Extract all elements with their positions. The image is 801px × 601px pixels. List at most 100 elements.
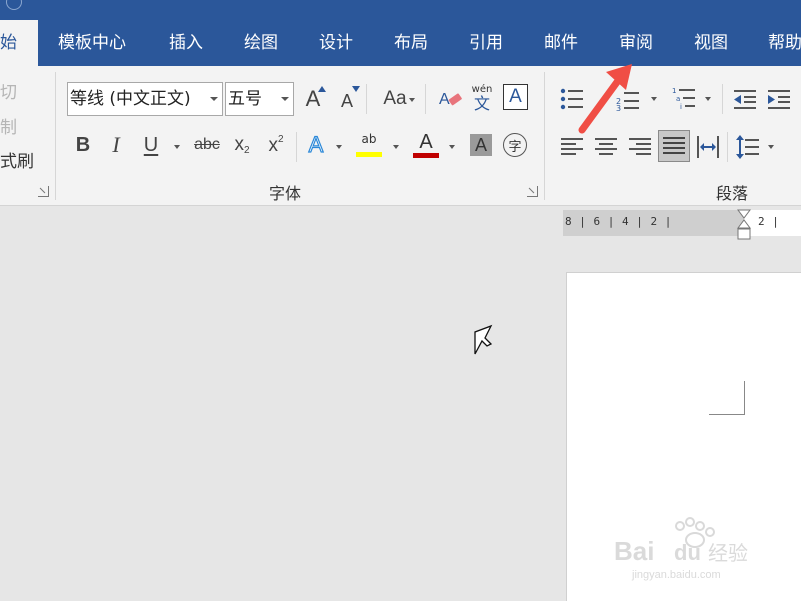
shrink-font-label: A [340, 90, 353, 111]
grow-font-button[interactable]: A [300, 83, 326, 115]
indent-markers-icon[interactable] [736, 208, 752, 244]
decrease-indent-button[interactable] [731, 84, 759, 114]
subscript-label: x2 [234, 134, 250, 156]
change-case-label: Aa [383, 88, 407, 109]
tab-help[interactable]: 帮助 [768, 20, 801, 66]
phonetic-guide-pinyin: wén [471, 83, 493, 95]
enclose-characters-button[interactable]: 字 [503, 133, 527, 157]
font-size-value: 五号 [228, 89, 262, 109]
group-separator [727, 132, 728, 162]
eraser-icon: A [439, 91, 462, 108]
annotation-arrow-icon [578, 64, 632, 134]
font-group-launcher-icon[interactable] [527, 186, 538, 197]
svg-text:du: du [674, 540, 701, 565]
svg-text:Bai: Bai [614, 536, 654, 566]
svg-text:经验: 经验 [708, 541, 748, 565]
strikethrough-button[interactable]: abc [191, 130, 223, 160]
tab-template-center[interactable]: 模板中心 [58, 20, 126, 66]
font-size-combo[interactable]: 五号 [225, 82, 294, 116]
line-spacing-dropdown-icon[interactable] [768, 145, 774, 149]
line-spacing-button[interactable] [734, 132, 762, 162]
tab-view[interactable]: 视图 [694, 20, 728, 66]
numbering-dropdown-icon[interactable] [651, 97, 657, 101]
caret-down-icon [352, 86, 360, 92]
character-border-label: A [509, 86, 522, 107]
distributed-button[interactable] [694, 132, 722, 162]
text-effects-label: A [308, 131, 324, 157]
phonetic-guide-button[interactable]: wén 文 [468, 80, 496, 116]
text-effects-dropdown-icon[interactable] [336, 145, 342, 149]
svg-text:A: A [439, 91, 450, 108]
character-border-button[interactable]: A [503, 84, 528, 110]
underline-label: U [143, 133, 159, 156]
line-spacing-icon [736, 135, 759, 159]
watermark-logo-icon: Bai du 经验 jingyan.baidu.com [614, 517, 748, 581]
autosave-icon[interactable] [6, 0, 22, 10]
decrease-indent-icon [734, 90, 756, 109]
text-highlight-dropdown-icon[interactable] [393, 145, 399, 149]
superscript-mark: 2 [277, 133, 284, 145]
subscript-mark: 2 [243, 145, 250, 156]
italic-label: I [112, 132, 120, 157]
shrink-font-button[interactable]: A [334, 83, 360, 115]
tab-references[interactable]: 引用 [469, 20, 503, 66]
ribbon-tab-bar: 始 模板中心 插入 绘图 设计 布局 引用 邮件 审阅 视图 帮助 [0, 20, 801, 66]
tab-insert[interactable]: 插入 [169, 20, 203, 66]
cut-button[interactable]: 切 [0, 78, 17, 103]
justify-button[interactable] [658, 130, 690, 162]
font-color-button[interactable]: A [412, 128, 440, 160]
increase-indent-button[interactable] [765, 84, 793, 114]
italic-button[interactable]: I [104, 130, 128, 160]
chevron-down-icon[interactable] [210, 97, 218, 101]
bold-label: B [75, 133, 91, 156]
bold-button[interactable]: B [70, 130, 96, 160]
justify-icon [663, 137, 685, 154]
tab-draw[interactable]: 绘图 [244, 20, 278, 66]
tab-home[interactable]: 始 [0, 20, 38, 66]
group-separator [296, 132, 297, 162]
font-color-label: A [419, 130, 433, 153]
character-shading-button[interactable]: A [470, 134, 492, 156]
format-painter-button[interactable]: 式刷 [0, 147, 34, 172]
superscript-label: x2 [268, 133, 284, 156]
svg-text:1: 1 [672, 87, 676, 95]
subscript-button[interactable]: x2 [229, 130, 255, 160]
ruler-left-ticks: 8 | 6 | 4 | 2 | [565, 215, 672, 228]
chevron-down-icon[interactable] [281, 97, 289, 101]
text-effects-button[interactable]: A [303, 130, 329, 160]
horizontal-ruler[interactable]: 8 | 6 | 4 | 2 | 2 | [563, 209, 801, 240]
mouse-pointer-icon [474, 324, 493, 355]
strikethrough-label: abc [194, 136, 220, 153]
text-highlight-button[interactable]: ab [354, 128, 384, 160]
caret-up-icon [318, 86, 326, 92]
underline-button[interactable]: U [138, 130, 164, 160]
clear-formatting-button[interactable]: A [436, 83, 464, 115]
font-color-swatch [413, 152, 439, 158]
group-separator [425, 84, 426, 114]
ruler-text-area: 2 | [744, 210, 801, 236]
change-case-button[interactable]: Aa [372, 83, 418, 115]
tab-design[interactable]: 设计 [319, 20, 353, 66]
font-name-combo[interactable]: 等线 (中文正文) [67, 82, 223, 116]
group-separator [55, 72, 56, 200]
multilevel-list-button[interactable]: 1 a i [670, 82, 700, 114]
clipboard-launcher-icon[interactable] [38, 186, 49, 197]
text-highlight-label: ab [361, 131, 377, 146]
font-group-label: 字体 [269, 184, 302, 203]
superscript-button[interactable]: x2 [263, 130, 289, 160]
tab-layout[interactable]: 布局 [394, 20, 428, 66]
font-color-dropdown-icon[interactable] [449, 145, 455, 149]
svg-text:i: i [680, 103, 682, 111]
margin-corner-mark [709, 381, 745, 415]
phonetic-guide-char: 文 [473, 93, 490, 113]
multilevel-dropdown-icon[interactable] [705, 97, 711, 101]
chevron-down-icon [409, 98, 415, 102]
copy-button[interactable]: 制 [0, 113, 17, 138]
svg-text:jingyan.baidu.com: jingyan.baidu.com [631, 569, 721, 581]
paragraph-group-label: 段落 [716, 184, 749, 203]
distributed-icon [697, 136, 719, 158]
ruler-right-ticks: 2 | [758, 215, 780, 228]
underline-dropdown-icon[interactable] [174, 145, 180, 149]
svg-text:a: a [676, 95, 680, 103]
highlight-color-swatch [356, 151, 382, 157]
